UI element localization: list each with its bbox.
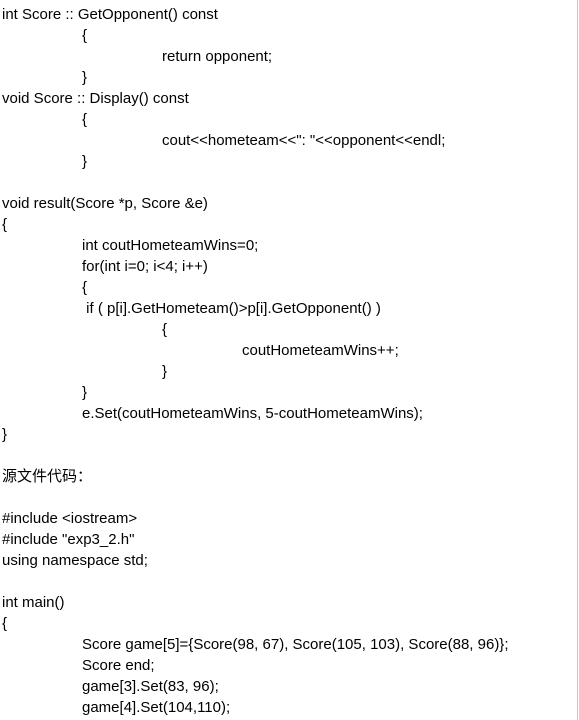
code-line: } <box>82 69 88 86</box>
source-code-document: int Score :: GetOpponent() const { retur… <box>0 0 578 720</box>
code-line: if ( p[i].GetHometeam()>p[i].GetOpponent… <box>82 300 381 317</box>
code-line: } <box>82 384 88 401</box>
code-line: { <box>82 279 88 296</box>
code-line: int Score :: GetOpponent() const <box>2 6 218 23</box>
code-line: } <box>162 363 168 380</box>
code-line: } <box>2 426 8 443</box>
code-line: #include "exp3_2.h" <box>2 531 135 548</box>
code-line: } <box>82 153 88 170</box>
code-line: int main() <box>2 594 65 611</box>
code-line: return opponent; <box>162 48 273 65</box>
code-line: for(int i=0; i<4; i++) <box>82 258 208 275</box>
code-line: Score game[5]={Score(98, 67), Score(105,… <box>82 636 509 653</box>
code-line: e.Set(coutHometeamWins, 5-coutHometeamWi… <box>82 405 423 422</box>
code-line: { <box>162 321 168 338</box>
code-line: game[3].Set(83, 96); <box>82 678 219 695</box>
code-line: void result(Score *p, Score &e) <box>2 195 208 212</box>
code-line: using namespace std; <box>2 552 148 569</box>
code-line: coutHometeamWins++; <box>242 342 399 359</box>
code-line: Score end; <box>82 657 155 674</box>
code-line: #include <iostream> <box>2 510 138 527</box>
code-line: { <box>82 111 88 128</box>
code-line: { <box>2 216 8 233</box>
section-heading: 源文件代码： <box>2 468 93 485</box>
code-line: { <box>82 27 88 44</box>
code-line: game[4].Set(104,110); <box>82 699 231 716</box>
code-line: { <box>2 615 8 632</box>
code-line: int coutHometeamWins=0; <box>82 237 259 254</box>
code-line: void Score :: Display() const <box>2 90 189 107</box>
code-line: cout<<hometeam<<": "<<opponent<<endl; <box>162 132 446 149</box>
